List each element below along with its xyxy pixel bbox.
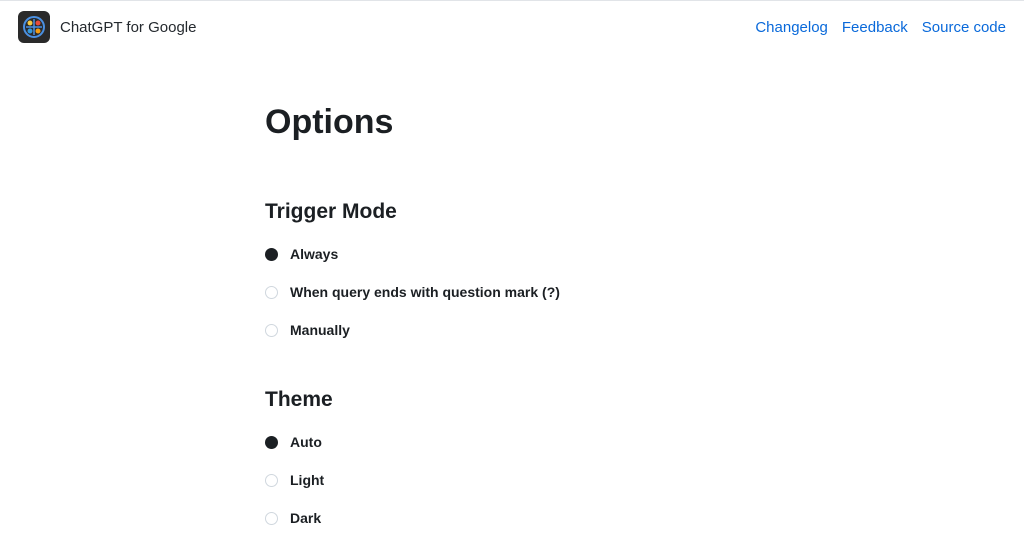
radio-icon: [265, 474, 278, 487]
radio-icon: [265, 248, 278, 261]
theme-radio-group: Auto Light Dark: [265, 434, 765, 526]
section-trigger-mode: Trigger Mode Always When query ends with…: [265, 200, 765, 338]
radio-option-question[interactable]: When query ends with question mark (?): [265, 284, 765, 300]
radio-option-manually[interactable]: Manually: [265, 322, 765, 338]
radio-icon: [265, 512, 278, 525]
radio-option-dark[interactable]: Dark: [265, 510, 765, 526]
radio-label: Always: [290, 246, 338, 262]
main-content: Options Trigger Mode Always When query e…: [265, 53, 765, 526]
radio-option-light[interactable]: Light: [265, 472, 765, 488]
header-left: ChatGPT for Google: [18, 11, 196, 43]
radio-label: When query ends with question mark (?): [290, 284, 560, 300]
page-title: Options: [265, 103, 765, 142]
app-title: ChatGPT for Google: [60, 19, 196, 36]
trigger-mode-radio-group: Always When query ends with question mar…: [265, 246, 765, 338]
theme-title: Theme: [265, 388, 765, 412]
changelog-link[interactable]: Changelog: [755, 19, 828, 36]
header-links: Changelog Feedback Source code: [755, 19, 1006, 36]
radio-option-always[interactable]: Always: [265, 246, 765, 262]
radio-label: Manually: [290, 322, 350, 338]
radio-icon: [265, 286, 278, 299]
radio-label: Light: [290, 472, 324, 488]
radio-label: Dark: [290, 510, 321, 526]
source-code-link[interactable]: Source code: [922, 19, 1006, 36]
app-logo-icon: [18, 11, 50, 43]
header: ChatGPT for Google Changelog Feedback So…: [0, 0, 1024, 53]
radio-option-auto[interactable]: Auto: [265, 434, 765, 450]
feedback-link[interactable]: Feedback: [842, 19, 908, 36]
section-theme: Theme Auto Light Dark: [265, 388, 765, 526]
radio-label: Auto: [290, 434, 322, 450]
radio-icon: [265, 324, 278, 337]
radio-icon: [265, 436, 278, 449]
trigger-mode-title: Trigger Mode: [265, 200, 765, 224]
